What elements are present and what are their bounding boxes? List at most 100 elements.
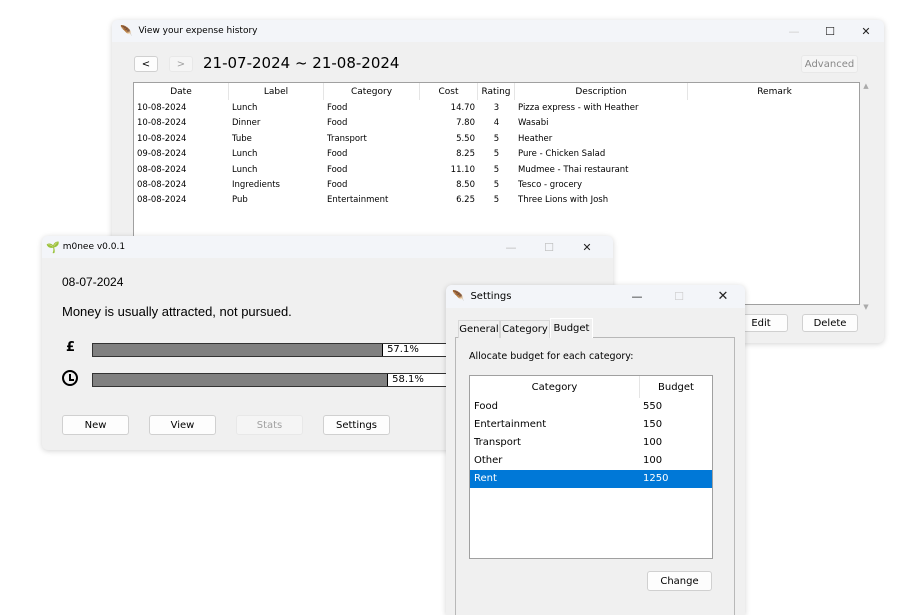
settings-button[interactable]: Settings: [323, 415, 390, 435]
column-header[interactable]: Cost: [420, 83, 478, 100]
table-cell: Wasabi: [518, 118, 549, 129]
column-header[interactable]: Label: [229, 83, 324, 100]
advanced-button[interactable]: Advanced: [801, 55, 858, 73]
table-cell: 08-08-2024: [137, 164, 187, 175]
table-cell: Pub: [232, 195, 248, 206]
table-cell: Lunch: [232, 103, 258, 113]
table-cell: Lunch: [232, 164, 258, 175]
table-cell: Food: [327, 118, 348, 129]
table-row[interactable]: 10-08-2024 Lunch Food 14.70 3 Pizza express -…: [134, 101, 859, 116]
scroll-up-icon[interactable]: ▲: [860, 82, 872, 90]
column-header[interactable]: Remark: [688, 83, 861, 100]
table-cell: Mudmee - Thai restaurant: [518, 164, 629, 175]
table-cell: Food: [474, 401, 498, 412]
table-cell: Three Lions with Josh: [518, 195, 609, 206]
table-row[interactable]: 10-08-2024 Tube Transport 5.50 5 Heather: [134, 132, 859, 147]
budget-table: Category Budget Food 550 Entertainment 150 T…: [469, 375, 713, 559]
table-cell: 11.10: [450, 164, 475, 175]
table-cell: Other: [474, 455, 503, 466]
minimize-button[interactable]: —: [619, 285, 655, 307]
table-cell: Pure - Chicken Salad: [518, 149, 606, 160]
table-cell: 3: [493, 103, 500, 113]
close-button[interactable]: ✕: [848, 20, 884, 42]
budget-prompt: Allocate budget for each category:: [469, 351, 634, 362]
column-header[interactable]: Description: [515, 83, 688, 100]
view-button[interactable]: View: [149, 415, 216, 435]
table-row[interactable]: Food 550: [470, 398, 712, 416]
table-cell: Food: [327, 149, 348, 160]
table-row[interactable]: Entertainment 150: [470, 416, 712, 434]
table-cell: 5: [493, 195, 500, 206]
table-row[interactable]: 08-08-2024 Lunch Food 11.10 5 Mudmee - Thai r…: [134, 163, 859, 178]
window-title: View your expense history: [138, 26, 258, 36]
table-cell: 100: [643, 437, 663, 448]
table-cell: Ingredients: [232, 180, 280, 190]
column-header[interactable]: Budget: [640, 376, 712, 398]
settings-titlebar: 🪶 Settings — ☐ ✕: [446, 285, 745, 308]
maximize-button[interactable]: ☐: [661, 285, 697, 307]
table-row[interactable]: 09-08-2024 Lunch Food 8.25 5 Pure - Chicken S…: [134, 147, 859, 162]
table-cell: 5.50: [456, 133, 475, 144]
sprout-icon: 🌱: [46, 240, 60, 254]
table-cell: 550: [643, 401, 663, 412]
table-cell: 14.70: [450, 103, 475, 113]
pound-icon: £: [66, 340, 76, 355]
table-row[interactable]: 08-08-2024 Pub Entertainment 6.25 5 Three Lio…: [134, 193, 859, 208]
table-row[interactable]: Rent 1250: [470, 470, 712, 488]
table-cell: 10-08-2024: [137, 103, 187, 113]
table-row[interactable]: 08-08-2024 Ingredients Food 8.50 5 Tesco - gr…: [134, 178, 859, 193]
table-row[interactable]: Transport 100: [470, 434, 712, 452]
clock-icon: [62, 370, 78, 386]
feather-icon: 🪶: [452, 291, 465, 302]
column-header[interactable]: Category: [324, 83, 420, 100]
tab-category[interactable]: Category: [500, 320, 550, 338]
scrollbar[interactable]: ▲ ▼: [860, 82, 872, 311]
table-cell: 08-08-2024: [137, 195, 187, 206]
table-cell: Tesco - grocery: [518, 180, 583, 190]
table-cell: Heather: [518, 133, 553, 144]
close-button[interactable]: ✕: [705, 285, 741, 307]
next-button[interactable]: >: [169, 56, 193, 72]
table-cell: 5: [493, 149, 500, 160]
stats-button[interactable]: Stats: [236, 415, 303, 435]
delete-button[interactable]: Delete: [802, 314, 858, 332]
window-title: m0nee v0.0.1: [62, 242, 126, 252]
table-cell: 4: [493, 118, 500, 129]
table-cell: 5: [493, 133, 500, 144]
new-button[interactable]: New: [62, 415, 129, 435]
table-cell: Entertainment: [474, 419, 547, 430]
table-cell: Food: [327, 180, 348, 190]
table-cell: 1250: [643, 473, 669, 484]
change-button[interactable]: Change: [647, 571, 712, 591]
table-row[interactable]: 10-08-2024 Dinner Food 7.80 4 Wasabi: [134, 116, 859, 131]
close-button[interactable]: ✕: [569, 236, 605, 258]
column-header[interactable]: Category: [470, 376, 640, 398]
maximize-button[interactable]: ☐: [531, 236, 567, 258]
minimize-button[interactable]: —: [776, 20, 812, 42]
table-cell: 09-08-2024: [137, 149, 187, 160]
settings-window: 🪶 Settings — ☐ ✕ General Category Budget…: [446, 285, 745, 615]
table-cell: Transport: [474, 437, 521, 448]
history-titlebar: 🪶 View your expense history — ☐ ✕: [112, 20, 884, 42]
column-header[interactable]: Rating: [478, 83, 515, 100]
tab-budget[interactable]: Budget: [550, 318, 593, 338]
table-cell: 5: [493, 180, 500, 190]
window-title: Settings: [470, 291, 512, 302]
main-titlebar: 🌱 m0nee v0.0.1 — ☐ ✕: [42, 236, 613, 258]
table-cell: Food: [327, 164, 348, 175]
table-row[interactable]: Other 100: [470, 452, 712, 470]
prev-button[interactable]: <: [134, 56, 158, 72]
table-cell: 8.50: [456, 180, 475, 190]
quote: Money is usually attracted, not pursued.: [62, 304, 292, 319]
table-cell: Rent: [474, 473, 497, 484]
scroll-down-icon[interactable]: ▼: [860, 303, 872, 311]
table-cell: Tube: [232, 133, 252, 144]
column-header[interactable]: Date: [134, 83, 229, 100]
tab-general[interactable]: General: [458, 320, 500, 338]
table-cell: 10-08-2024: [137, 118, 187, 129]
current-date: 08-07-2024: [62, 275, 124, 289]
table-cell: 8.25: [456, 149, 475, 160]
maximize-button[interactable]: ☐: [812, 20, 848, 42]
table-cell: Transport: [327, 133, 367, 144]
minimize-button[interactable]: —: [493, 236, 529, 258]
